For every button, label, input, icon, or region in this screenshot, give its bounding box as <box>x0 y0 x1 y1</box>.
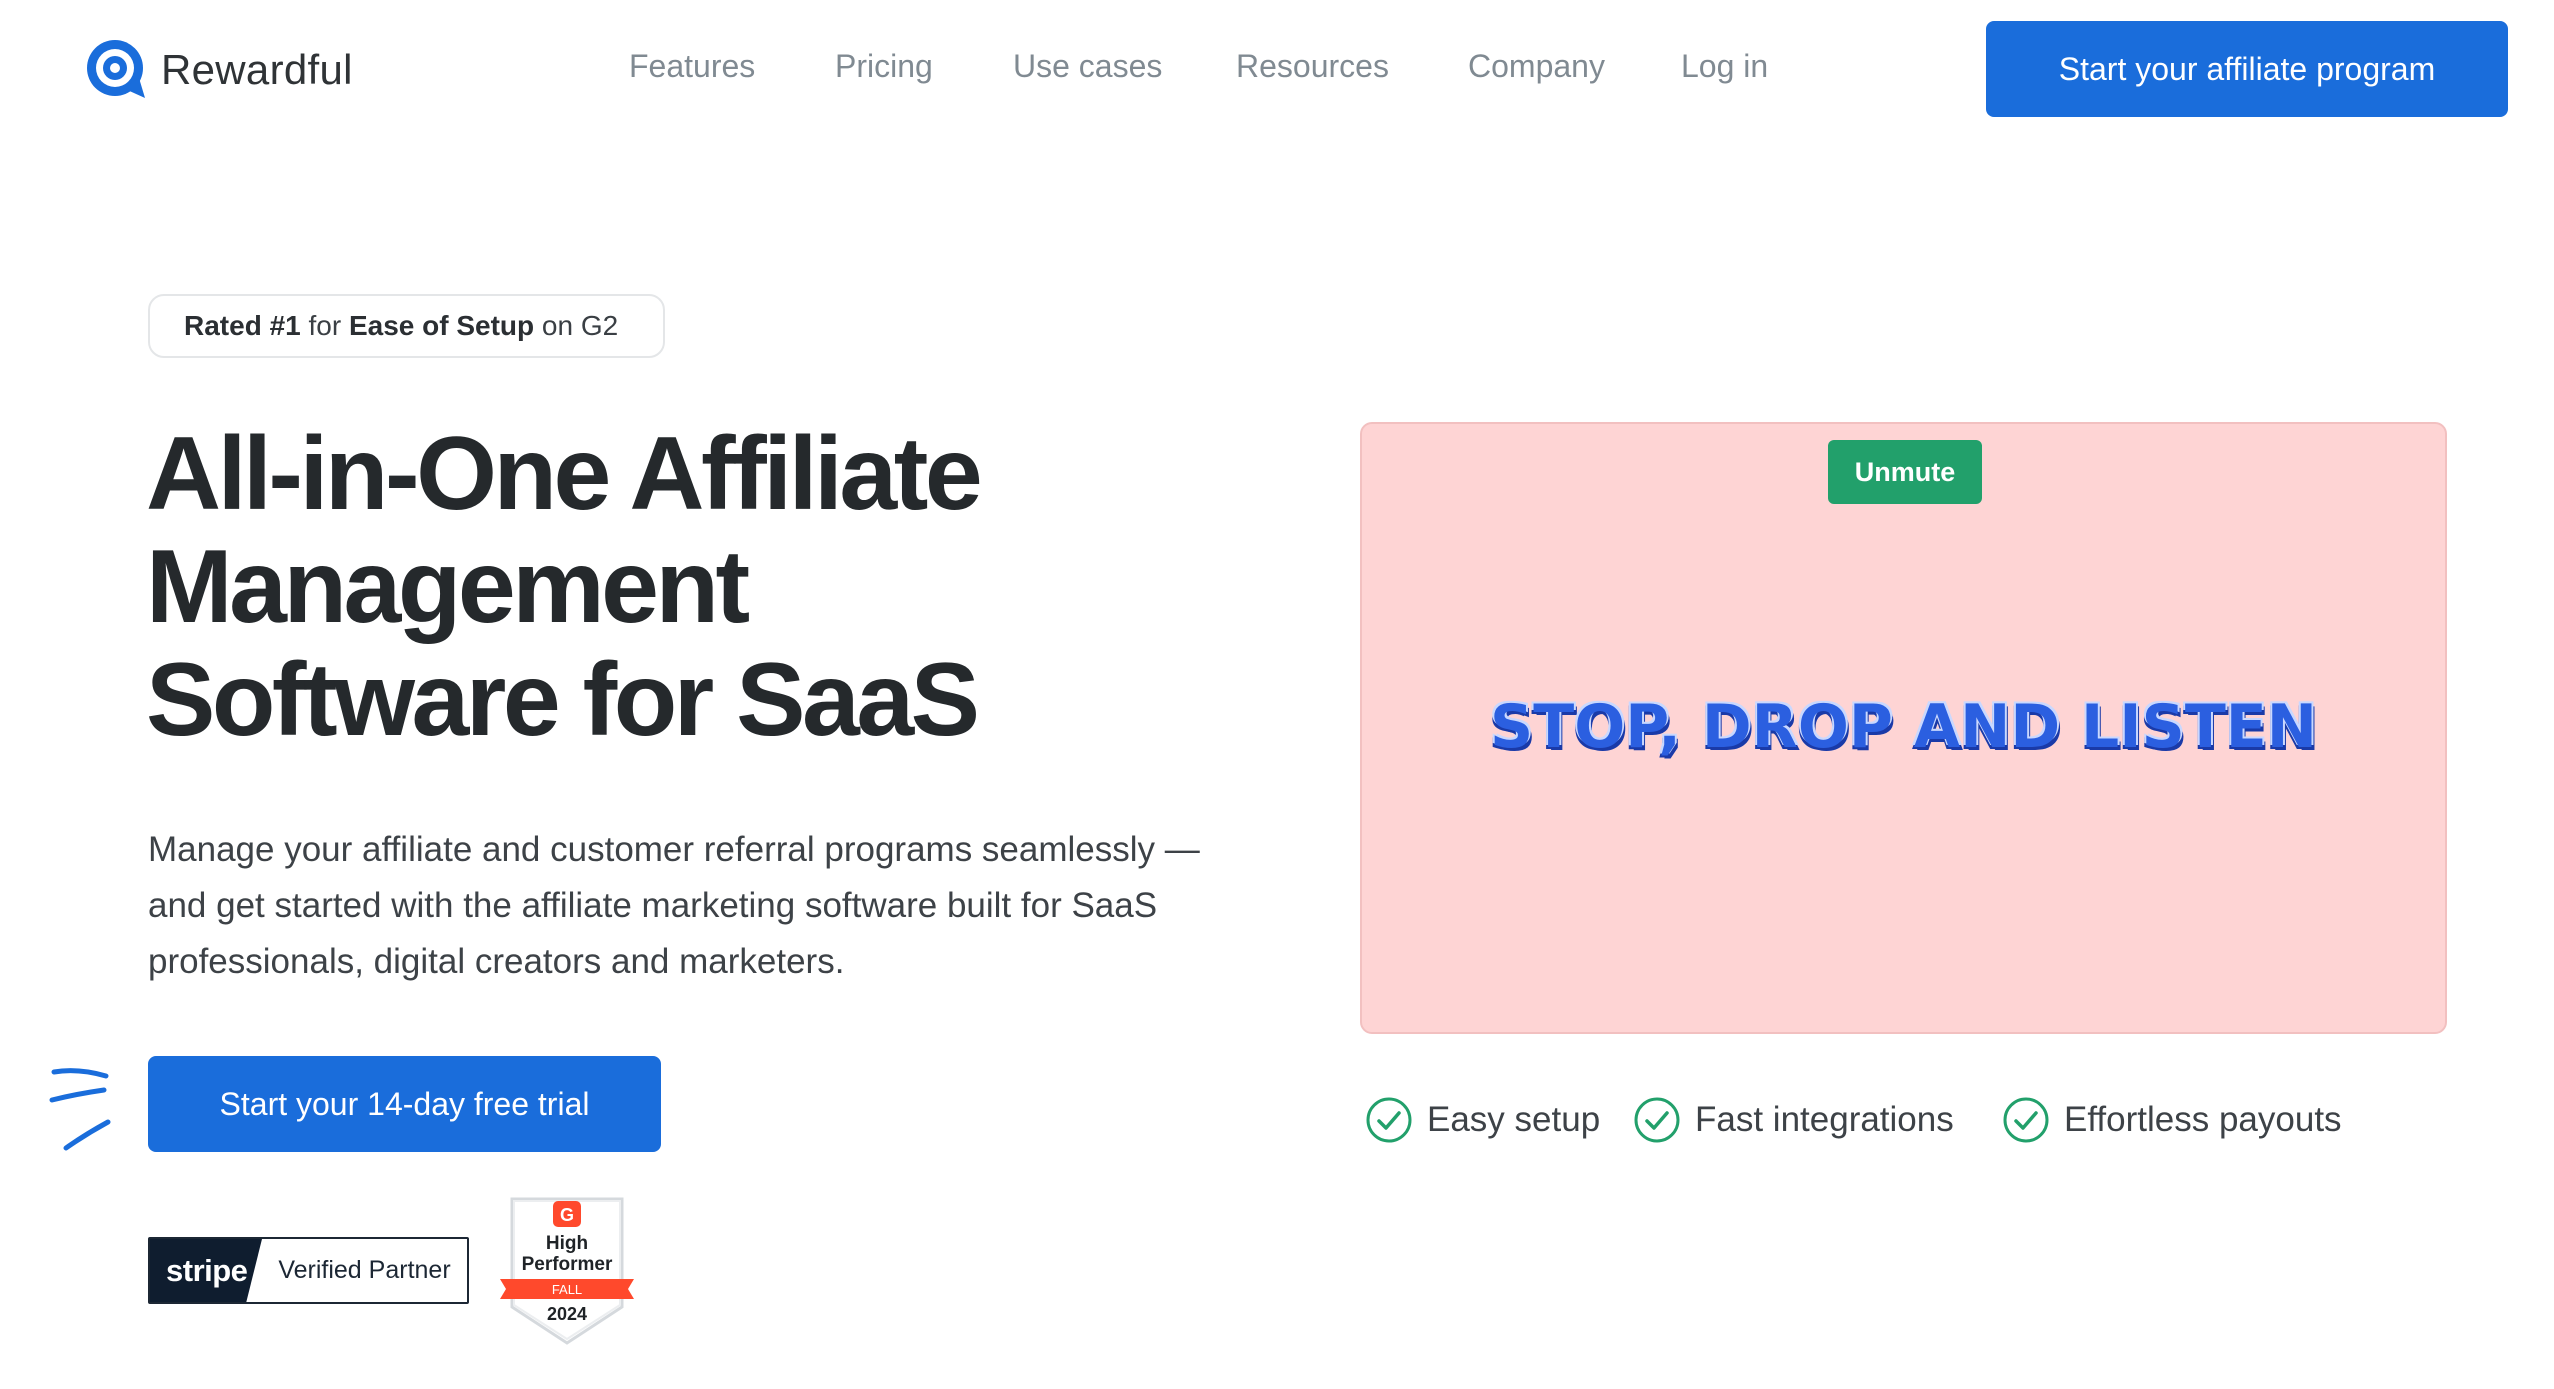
nav-features[interactable]: Features <box>629 48 755 85</box>
site-header: Rewardful Features Pricing Use cases Res… <box>0 0 2554 140</box>
headline-line-3: Software for SaaS <box>146 642 980 758</box>
g2-logo-icon: G <box>560 1205 574 1225</box>
feature-label: Effortless payouts <box>2064 1100 2342 1139</box>
video-player[interactable]: Unmute STOP, DROP AND LISTEN <box>1360 422 2447 1034</box>
feature-label: Easy setup <box>1427 1100 1601 1139</box>
g2-title-line-2: Performer <box>522 1254 613 1275</box>
stripe-partner-label: Verified Partner <box>278 1256 451 1284</box>
decorative-squiggle-icon <box>49 1068 111 1151</box>
feature-item-fast-integrations: Fast integrations <box>1633 1096 1954 1144</box>
headline-line-1: All-in-One Affiliate <box>146 416 983 532</box>
nav-log-in[interactable]: Log in <box>1681 48 1768 85</box>
g2-high-performer-badge[interactable]: G High Performer FALL 2024 <box>500 1195 634 1347</box>
feature-label: Fast integrations <box>1695 1100 1954 1139</box>
stripe-verified-partner-badge[interactable]: stripe Verified Partner <box>148 1237 469 1304</box>
g2-rating-pill: Rated #1 for Ease of Setup on G2 <box>148 294 665 358</box>
g2-title-line-1: High <box>546 1233 588 1254</box>
nav-pricing[interactable]: Pricing <box>835 48 933 85</box>
g2-season: FALL <box>552 1282 582 1297</box>
hero-subtext: Manage your affiliate and customer refer… <box>148 830 1200 981</box>
rating-source: on G2 <box>534 310 619 341</box>
feature-item-easy-setup: Easy setup <box>1365 1096 1600 1144</box>
check-circle-icon <box>1634 1097 1680 1143</box>
g2-year: 2024 <box>547 1304 587 1324</box>
feature-item-effortless-payouts: Effortless payouts <box>2002 1096 2342 1144</box>
nav-resources[interactable]: Resources <box>1236 48 1389 85</box>
unmute-button[interactable]: Unmute <box>1828 440 1982 504</box>
headline-line-2: Management <box>146 529 750 645</box>
nav-company[interactable]: Company <box>1468 48 1605 85</box>
nav-use-cases[interactable]: Use cases <box>1013 48 1162 85</box>
rating-rank: Rated #1 <box>184 310 301 341</box>
rating-category: Ease of Setup <box>348 310 535 341</box>
rating-for: for <box>300 310 349 341</box>
start-affiliate-program-button[interactable]: Start your affiliate program <box>1986 21 2508 117</box>
video-title-text: STOP, DROP AND LISTEN <box>1490 692 2317 762</box>
check-circle-icon <box>1366 1097 1412 1143</box>
stripe-logo: stripe <box>150 1239 262 1302</box>
hero-headline: All-in-One Affiliate Management Software… <box>146 418 1306 757</box>
start-free-trial-button[interactable]: Start your 14-day free trial <box>148 1056 661 1152</box>
check-circle-icon <box>2003 1097 2049 1143</box>
